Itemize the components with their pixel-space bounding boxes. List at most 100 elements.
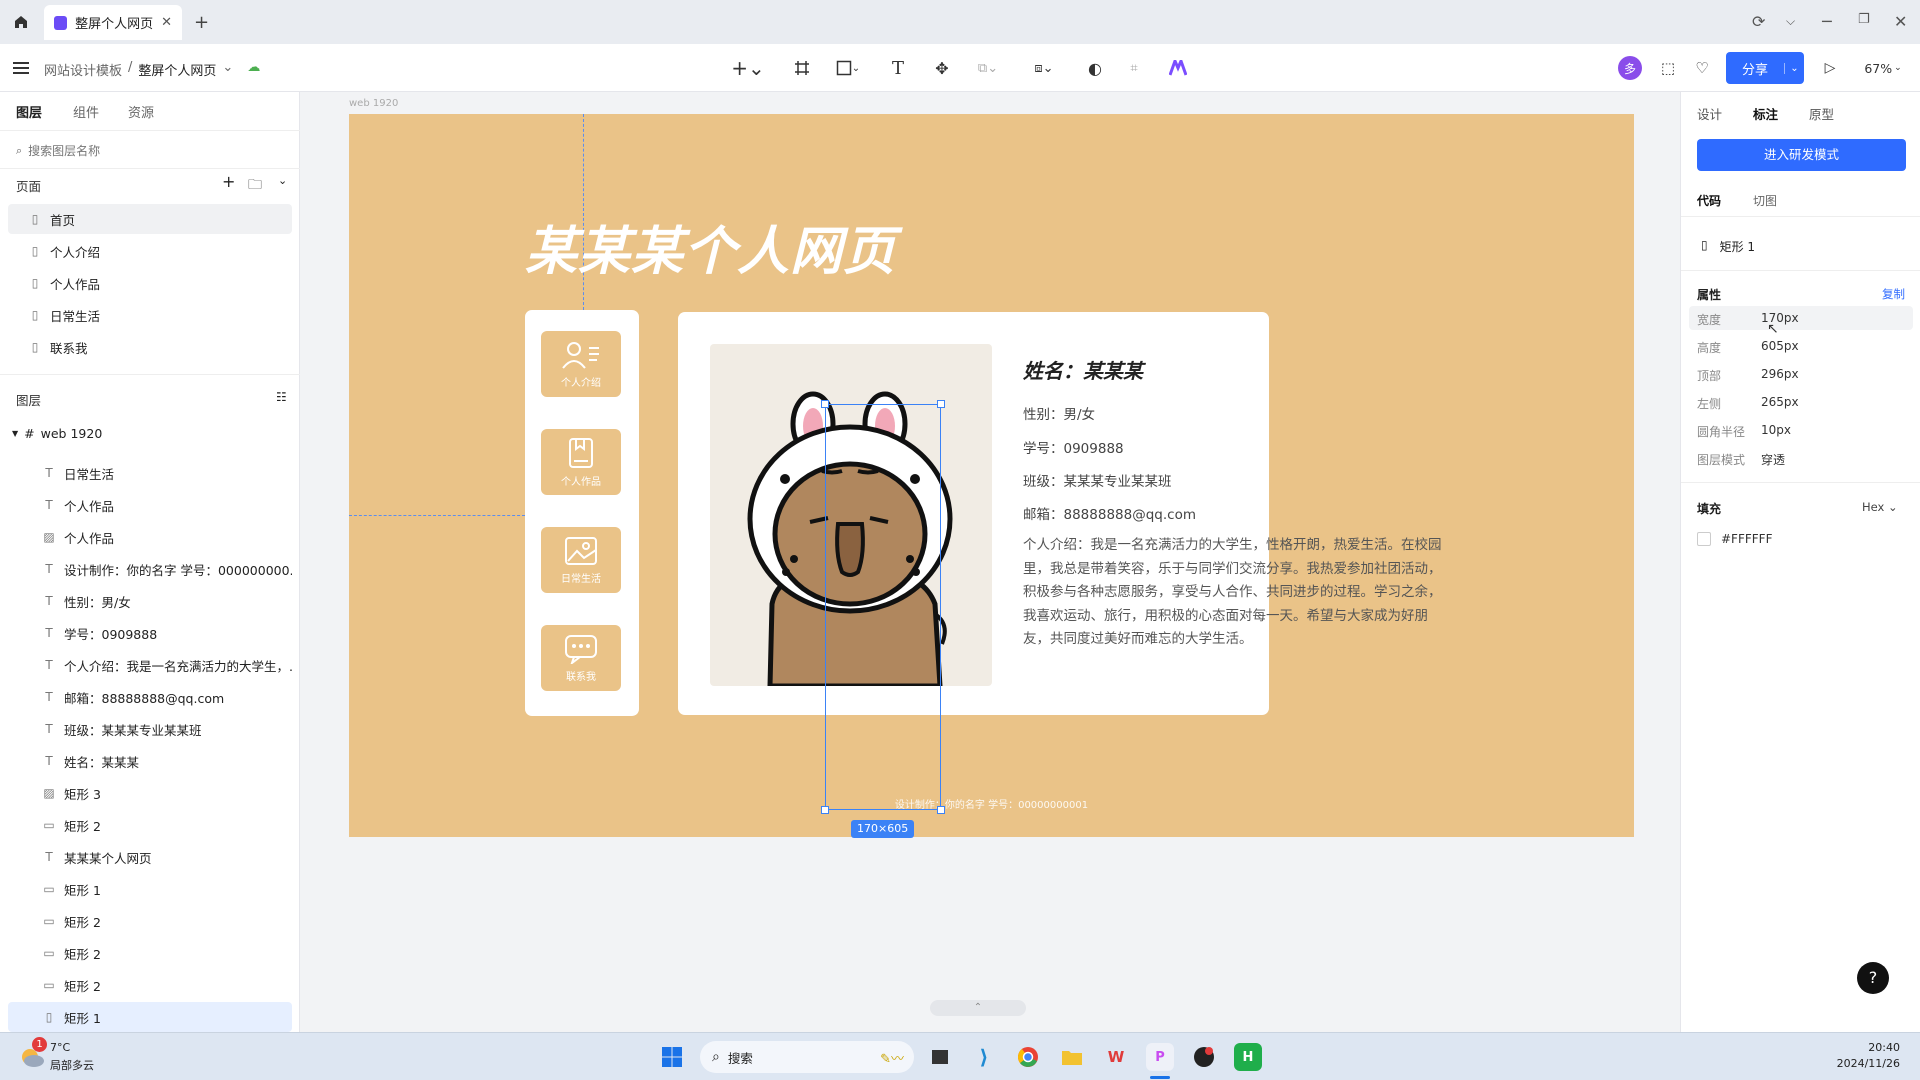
- prop-value-left[interactable]: 265px: [1761, 395, 1799, 409]
- chrome-icon[interactable]: [1014, 1043, 1042, 1071]
- search-input[interactable]: [28, 144, 269, 158]
- add-icon[interactable]: +⌄: [730, 56, 766, 80]
- fill-swatch[interactable]: [1697, 532, 1711, 546]
- layer-item[interactable]: ▭ 矩形 2: [8, 906, 292, 936]
- page-item[interactable]: ▯ 个人作品: [8, 268, 292, 298]
- profile-name[interactable]: 姓名：某某某: [1023, 355, 1143, 384]
- tab-slice[interactable]: 切图: [1753, 192, 1777, 209]
- layer-item[interactable]: T 性别：男/女: [8, 586, 292, 616]
- home-icon[interactable]: [8, 10, 34, 34]
- contrast-icon[interactable]: ◐: [1083, 56, 1107, 80]
- vscode-icon[interactable]: ⟩: [970, 1043, 998, 1071]
- close-window-icon[interactable]: ✕: [1894, 12, 1907, 31]
- layer-item[interactable]: T 邮箱：88888888@qq.com: [8, 682, 292, 712]
- page-item[interactable]: ▯ 首页: [8, 204, 292, 234]
- menu-icon[interactable]: [12, 56, 30, 80]
- layer-item[interactable]: ▨ 个人作品: [8, 522, 292, 552]
- page-item[interactable]: ▯ 日常生活: [8, 300, 292, 330]
- prop-value-top[interactable]: 296px: [1761, 367, 1799, 381]
- resize-handle[interactable]: [821, 400, 829, 408]
- layer-item[interactable]: T 姓名：某某某: [8, 746, 292, 776]
- profile-class[interactable]: 班级：某某某专业某某班: [1023, 470, 1172, 490]
- tab-annotate[interactable]: 标注: [1753, 104, 1778, 123]
- layer-item[interactable]: ▨ 矩形 3: [8, 778, 292, 808]
- nav-rectangle[interactable]: 个人介绍 个人作品 日常生活 联系我: [525, 310, 639, 716]
- prop-value-height[interactable]: 605px: [1761, 339, 1799, 353]
- profile-email[interactable]: 邮箱：88888888@qq.com: [1023, 503, 1196, 523]
- restore-icon[interactable]: ❐: [1858, 12, 1870, 27]
- add-page-icon[interactable]: +: [222, 172, 235, 191]
- play-icon[interactable]: ▷: [1818, 56, 1842, 80]
- windows-start-icon[interactable]: [658, 1043, 686, 1071]
- dev-mode-button[interactable]: 进入研发模式: [1697, 139, 1906, 171]
- minimize-icon[interactable]: ─: [1822, 12, 1832, 31]
- profile-card[interactable]: 姓名：某某某 性别：男/女 学号：0909888 班级：某某某专业某某班 邮箱：…: [678, 312, 1442, 715]
- weather-icon[interactable]: 1: [18, 1037, 47, 1071]
- media-app-icon[interactable]: [1190, 1043, 1218, 1071]
- resize-handle[interactable]: [937, 400, 945, 408]
- rectangle-tool-icon[interactable]: ⌄: [830, 56, 866, 80]
- frame-tool-icon[interactable]: [790, 56, 814, 80]
- component-icon[interactable]: ✥: [930, 56, 954, 80]
- layer-search[interactable]: ⌕: [16, 140, 286, 162]
- nav-button-intro[interactable]: 个人介绍: [541, 331, 621, 397]
- collapse-layers-icon[interactable]: ☷: [276, 390, 287, 404]
- page-item[interactable]: ▯ 个人介绍: [8, 236, 292, 266]
- resize-handle[interactable]: [821, 806, 829, 814]
- layer-item[interactable]: T 班级：某某某专业某某班: [8, 714, 292, 744]
- hbuilder-icon[interactable]: H: [1234, 1043, 1262, 1071]
- taskbar-search[interactable]: ⌕ 搜索 ✎〰: [700, 1041, 914, 1073]
- page-item[interactable]: ▯ 联系我: [8, 332, 292, 362]
- chevron-down-icon[interactable]: ⌄: [278, 174, 287, 187]
- chevron-down-icon[interactable]: ⌵: [1786, 14, 1795, 29]
- profile-student-id[interactable]: 学号：0909888: [1023, 437, 1124, 457]
- frame-layer[interactable]: ▼ # web 1920: [12, 426, 102, 441]
- layer-item[interactable]: ▭ 矩形 2: [8, 810, 292, 840]
- profile-intro[interactable]: 个人介绍：我是一名充满活力的大学生，性格开朗，热爱生活。在校园里，我总是带着笑容…: [1023, 534, 1443, 652]
- crop-icon[interactable]: ⌗: [1122, 56, 1146, 80]
- artboard-web-1920[interactable]: 某某某个人网页 个人介绍 个人作品 日常生活 联系我 姓名：某某某 性别：男/女…: [349, 114, 1634, 837]
- design-canvas[interactable]: web 1920 某某某个人网页 个人介绍 个人作品 日常生活 联系我 姓名：某…: [300, 92, 1680, 1032]
- layer-item[interactable]: T 个人介绍：我是一名充满活力的大学生，...: [8, 650, 292, 680]
- close-tab-icon[interactable]: ✕: [161, 15, 172, 30]
- tab-prototype[interactable]: 原型: [1809, 104, 1834, 123]
- breadcrumb-parent[interactable]: 网站设计模板: [44, 60, 122, 79]
- design-app-icon[interactable]: P: [1146, 1043, 1174, 1071]
- layer-item[interactable]: T 设计制作：你的名字 学号：000000000...: [8, 554, 292, 584]
- layer-item[interactable]: T 个人作品: [8, 490, 292, 520]
- layer-item[interactable]: ▭ 矩形 1: [8, 874, 292, 904]
- task-view-icon[interactable]: [926, 1043, 954, 1071]
- clock-date[interactable]: 2024/11/26: [1820, 1057, 1900, 1070]
- refresh-icon[interactable]: ⟳: [1752, 12, 1765, 31]
- user-avatar[interactable]: 多: [1618, 56, 1642, 80]
- layer-item[interactable]: ▭ 矩形 2: [8, 938, 292, 968]
- plugin-icon[interactable]: ⬚: [1656, 56, 1680, 80]
- nav-button-life[interactable]: 日常生活: [541, 527, 621, 593]
- chevron-down-icon[interactable]: ⌄: [1784, 62, 1804, 74]
- footer-credit[interactable]: 设计制作：你的名字 学号：00000000001: [349, 796, 1634, 811]
- layer-item[interactable]: ▯ 矩形 1: [8, 1002, 292, 1032]
- zoom-dropdown[interactable]: 67% ⌄: [1858, 56, 1908, 80]
- wps-icon[interactable]: W: [1102, 1043, 1130, 1071]
- clock-time[interactable]: 20:40: [1850, 1041, 1900, 1054]
- share-button[interactable]: 分享 ⌄: [1726, 52, 1804, 84]
- nav-button-works[interactable]: 个人作品: [541, 429, 621, 495]
- prop-value-radius[interactable]: 10px: [1761, 423, 1791, 437]
- fill-format-dropdown[interactable]: Hex ⌄: [1862, 500, 1898, 514]
- layer-item[interactable]: T 日常生活: [8, 458, 292, 488]
- tab-components[interactable]: 组件: [73, 102, 99, 121]
- ai-icon[interactable]: [1166, 56, 1190, 80]
- profile-gender[interactable]: 性别：男/女: [1023, 403, 1095, 423]
- nav-button-contact[interactable]: 联系我: [541, 625, 621, 691]
- fill-hex-value[interactable]: #FFFFFF: [1721, 532, 1772, 546]
- frame-label[interactable]: web 1920: [349, 98, 398, 109]
- tab-current[interactable]: 整屏个人网页 ✕: [44, 5, 182, 40]
- tab-layers[interactable]: 图层: [16, 102, 42, 121]
- boolean-icon[interactable]: ⧉⌄: [970, 56, 1006, 80]
- page-title[interactable]: 某某某个人网页: [525, 209, 896, 284]
- tab-code[interactable]: 代码: [1697, 192, 1721, 209]
- new-tab-button[interactable]: +: [194, 12, 209, 33]
- prop-value-blend[interactable]: 穿透: [1761, 451, 1785, 468]
- caret-down-icon[interactable]: ▼: [12, 429, 18, 438]
- layer-item[interactable]: T 某某某个人网页: [8, 842, 292, 872]
